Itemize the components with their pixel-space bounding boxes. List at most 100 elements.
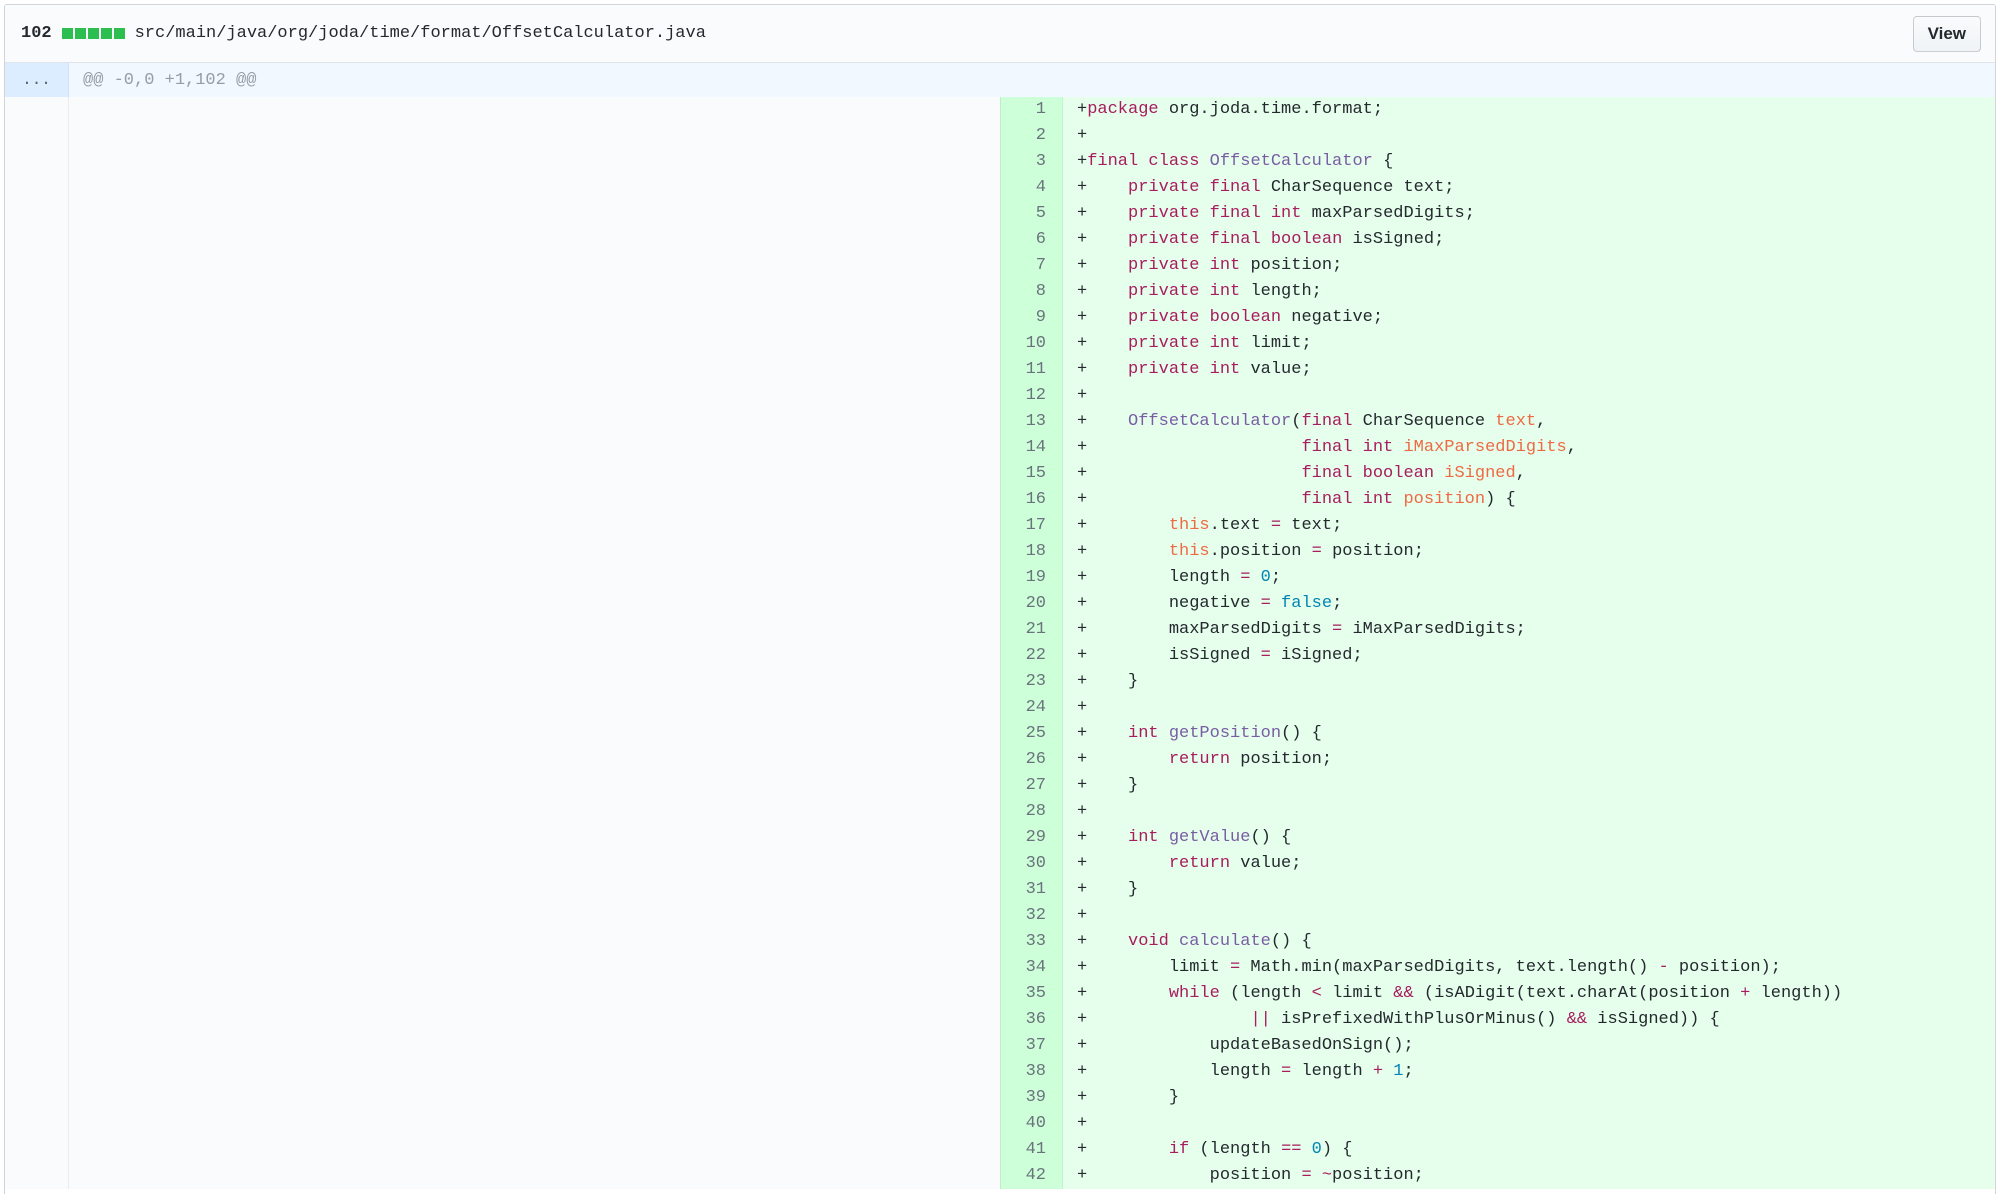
line-number[interactable]: 16 [1001, 487, 1063, 513]
code-token: final [1301, 438, 1353, 457]
code-token: , [1536, 412, 1547, 431]
code-token: int [1209, 360, 1241, 379]
code-token: 1 [1393, 1062, 1404, 1081]
line-number[interactable]: 20 [1001, 591, 1063, 617]
diff-line-added: 14 + final int iMaxParsedDigits, [1001, 435, 1995, 461]
code-token: ( [1291, 412, 1302, 431]
line-number[interactable]: 1 [1001, 97, 1063, 123]
line-number[interactable]: 26 [1001, 747, 1063, 773]
code-token: + [1077, 360, 1129, 379]
diff-line-added: 2 + [1001, 123, 1995, 149]
line-number[interactable]: 12 [1001, 383, 1063, 409]
code-token: 0 [1260, 568, 1271, 587]
code-line: + int getValue() { [1063, 825, 1995, 851]
code-line: + limit = Math.min(maxParsedDigits, text… [1063, 955, 1995, 981]
line-number[interactable]: 8 [1001, 279, 1063, 305]
line-number[interactable]: 30 [1001, 851, 1063, 877]
code-token: position; [1321, 542, 1424, 561]
diff-line-added: 25 + int getPosition() { [1001, 721, 1995, 747]
code-token: position; [1240, 256, 1343, 275]
code-token: CharSequence text; [1260, 178, 1455, 197]
line-number[interactable]: 6 [1001, 227, 1063, 253]
code-token: isPrefixedWithPlusOrMinus() [1270, 1010, 1567, 1029]
line-number[interactable]: 35 [1001, 981, 1063, 1007]
line-number[interactable]: 13 [1001, 409, 1063, 435]
line-number[interactable]: 19 [1001, 565, 1063, 591]
code-line: + private final CharSequence text; [1063, 175, 1995, 201]
diff-line-added: 19 + length = 0; [1001, 565, 1995, 591]
code-token: + limit [1077, 958, 1231, 977]
code-line: +final class OffsetCalculator { [1063, 149, 1995, 175]
code-token: + [1077, 464, 1302, 483]
code-token: void [1128, 932, 1169, 951]
line-number[interactable]: 38 [1001, 1059, 1063, 1085]
code-token: + negative [1077, 594, 1261, 613]
diff-line-added: 11 + private int value; [1001, 357, 1995, 383]
code-token: final [1209, 230, 1261, 249]
diffstat-block [113, 28, 125, 39]
line-number[interactable]: 15 [1001, 461, 1063, 487]
code-token: int [1128, 828, 1159, 847]
code-line: + if (length == 0) { [1063, 1137, 1995, 1163]
line-number[interactable]: 28 [1001, 799, 1063, 825]
line-number[interactable]: 5 [1001, 201, 1063, 227]
line-number[interactable]: 33 [1001, 929, 1063, 955]
code-token: getValue [1168, 828, 1251, 847]
line-number[interactable]: 18 [1001, 539, 1063, 565]
line-number[interactable]: 36 [1001, 1007, 1063, 1033]
code-token: () { [1281, 724, 1322, 743]
line-number[interactable]: 39 [1001, 1085, 1063, 1111]
line-number[interactable]: 24 [1001, 695, 1063, 721]
code-token: + [1077, 256, 1129, 275]
diff-line-added: 38 + length = length + 1; [1001, 1059, 1995, 1085]
code-token: position); [1668, 958, 1781, 977]
line-number[interactable]: 4 [1001, 175, 1063, 201]
diff-line-added: 1 +package org.joda.time.format; [1001, 97, 1995, 123]
line-number[interactable]: 23 [1001, 669, 1063, 695]
line-number[interactable]: 2 [1001, 123, 1063, 149]
line-number[interactable]: 17 [1001, 513, 1063, 539]
view-file-button[interactable]: View [1912, 15, 1981, 52]
code-token: maxParsedDigits; [1301, 204, 1475, 223]
code-line: + } [1063, 877, 1995, 903]
code-token: + [1077, 490, 1302, 509]
diff-line-added: 20 + negative = false; [1001, 591, 1995, 617]
line-number[interactable]: 9 [1001, 305, 1063, 331]
code-line: + this.position = position; [1063, 539, 1995, 565]
code-line: + [1063, 903, 1995, 929]
line-number[interactable]: 40 [1001, 1111, 1063, 1137]
line-number[interactable]: 27 [1001, 773, 1063, 799]
code-token: limit; [1240, 334, 1312, 353]
line-number[interactable]: 7 [1001, 253, 1063, 279]
left-code-empty [69, 97, 1000, 1189]
code-token: || [1250, 1010, 1271, 1029]
line-number[interactable]: 42 [1001, 1163, 1063, 1189]
line-number[interactable]: 41 [1001, 1137, 1063, 1163]
line-number[interactable]: 29 [1001, 825, 1063, 851]
line-number[interactable]: 3 [1001, 149, 1063, 175]
expand-lines-button[interactable]: ... [5, 63, 69, 97]
line-number[interactable]: 25 [1001, 721, 1063, 747]
line-number[interactable]: 37 [1001, 1033, 1063, 1059]
code-token: + [1077, 204, 1129, 223]
line-number[interactable]: 14 [1001, 435, 1063, 461]
line-number[interactable]: 31 [1001, 877, 1063, 903]
line-number[interactable]: 10 [1001, 331, 1063, 357]
line-number[interactable]: 34 [1001, 955, 1063, 981]
diff-line-added: 41 + if (length == 0) { [1001, 1137, 1995, 1163]
code-token: + [1077, 906, 1088, 925]
line-number[interactable]: 21 [1001, 617, 1063, 643]
code-token: text; [1281, 516, 1343, 535]
code-token: + [1077, 516, 1169, 535]
file-path[interactable]: src/main/java/org/joda/time/format/Offse… [135, 24, 706, 43]
line-number[interactable]: 11 [1001, 357, 1063, 383]
code-token: = [1301, 1166, 1312, 1185]
line-number[interactable]: 32 [1001, 903, 1063, 929]
code-token: .position [1209, 542, 1312, 561]
code-token: + [1077, 282, 1129, 301]
code-line: + return position; [1063, 747, 1995, 773]
line-number[interactable]: 22 [1001, 643, 1063, 669]
